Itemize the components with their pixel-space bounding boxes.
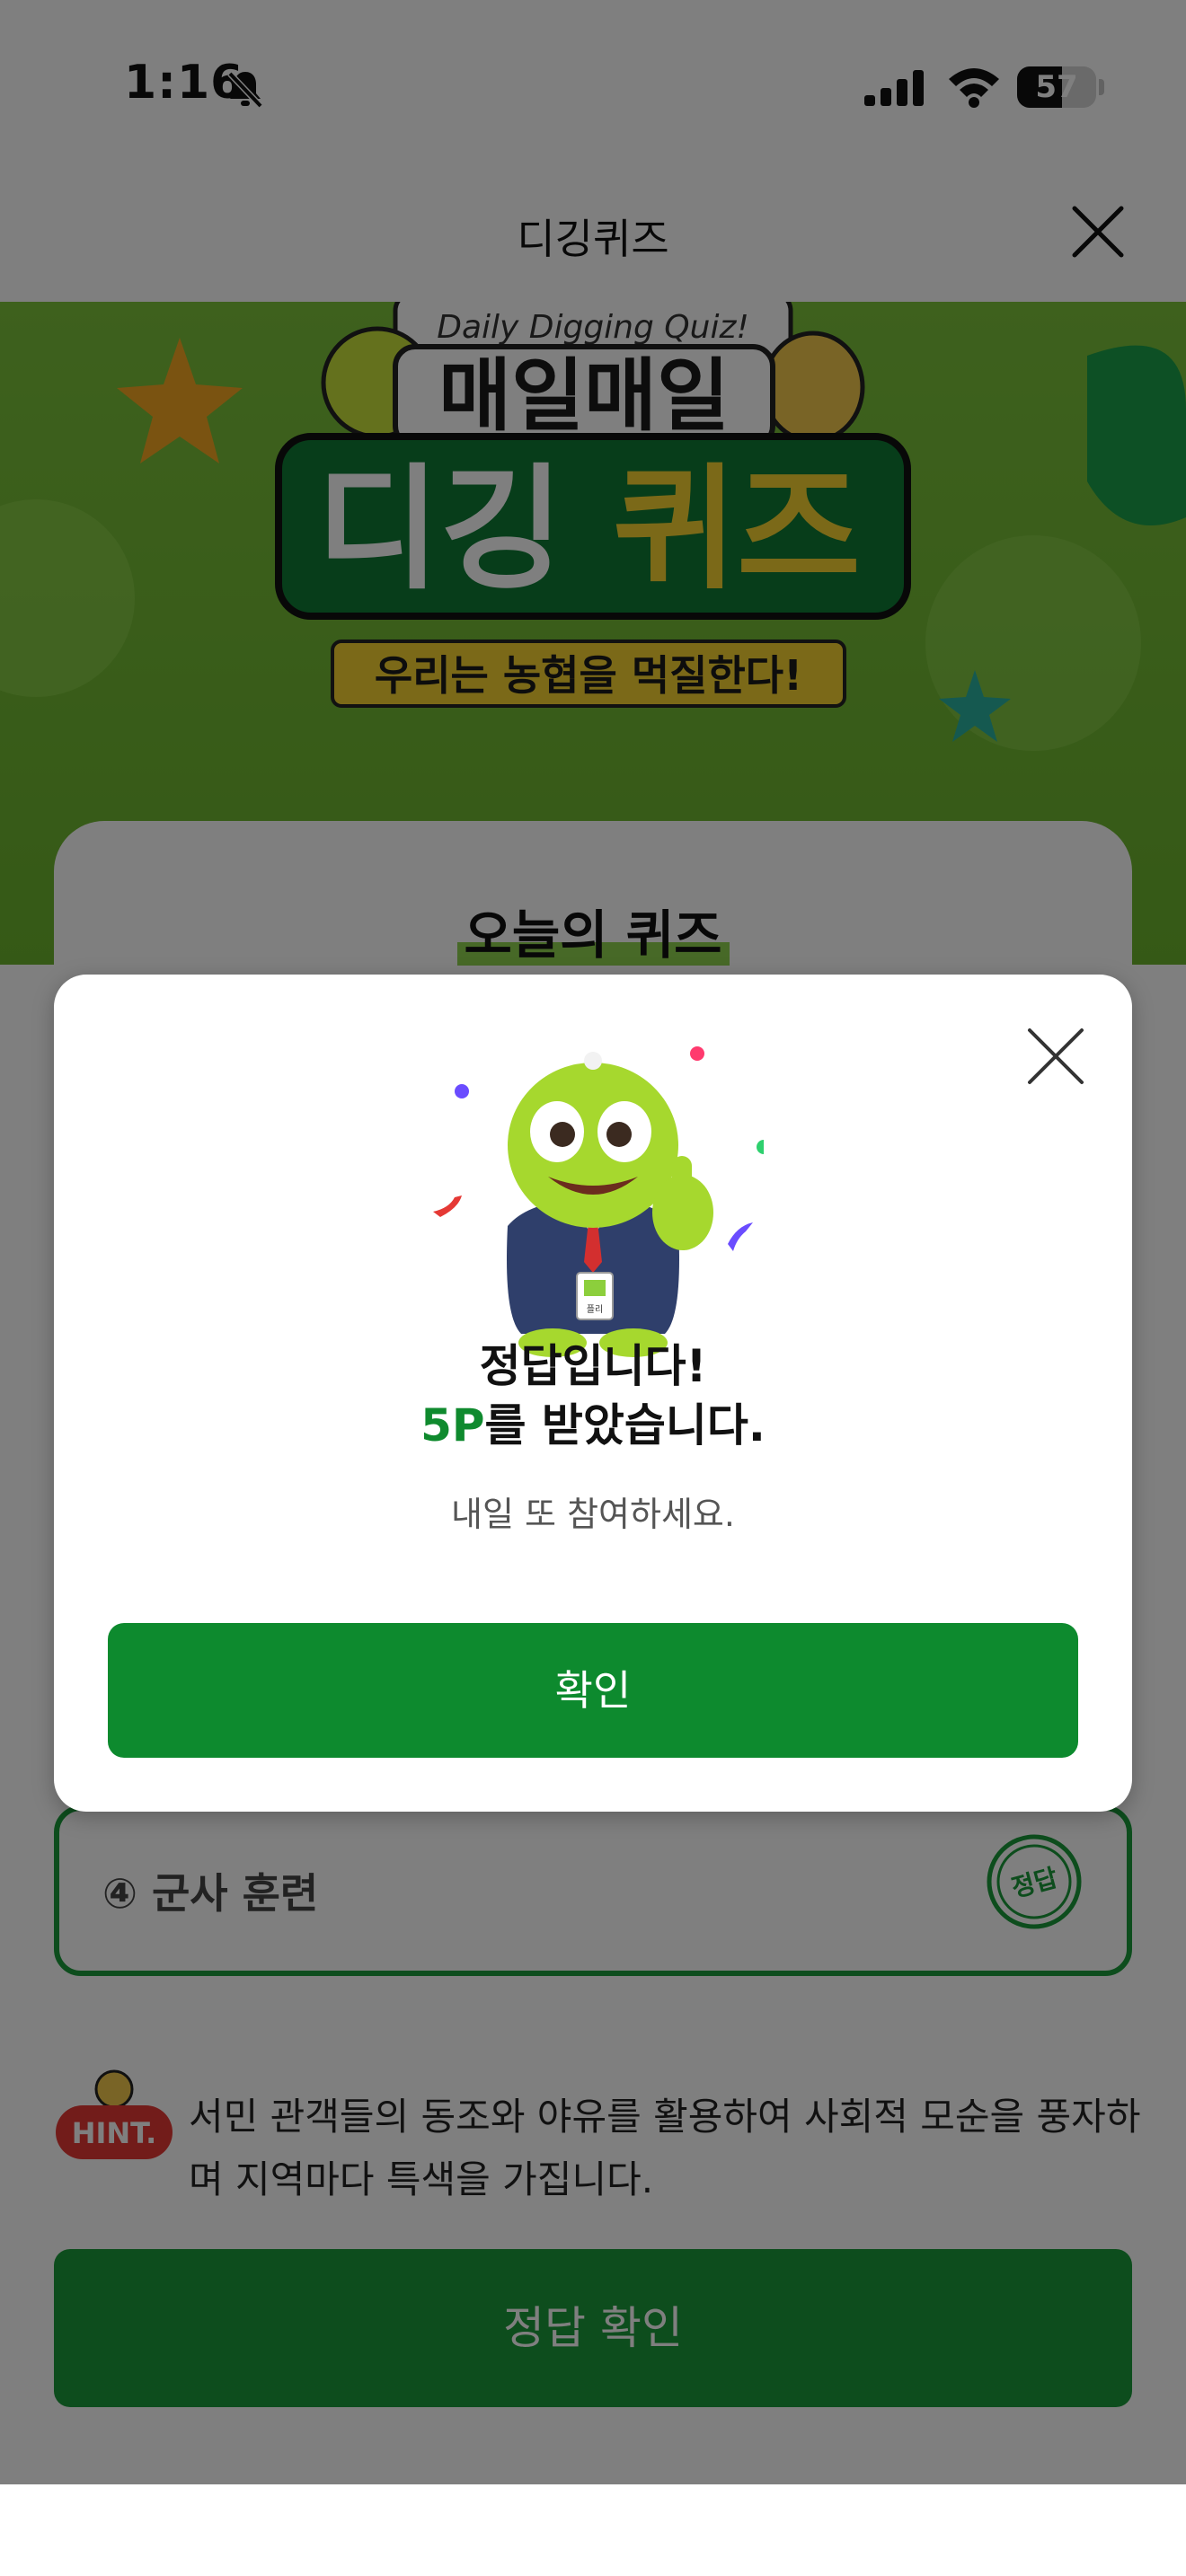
result-modal: 플리 정답입니다! 5P를 받았습니다. 내일 또 참여하세요. 확인 [54, 975, 1132, 1812]
home-indicator-area [0, 2484, 1186, 2576]
confirm-button[interactable]: 확인 [108, 1623, 1078, 1758]
points-value: 5P [420, 1399, 485, 1451]
points-message-rest: 를 받았습니다. [484, 1399, 766, 1451]
modal-title: 정답입니다! [479, 1340, 707, 1392]
modal-close-icon[interactable] [1024, 1025, 1087, 1088]
badge-text: 플리 [587, 1304, 603, 1315]
modal-points-message: 5P를 받았습니다. [54, 1389, 1132, 1454]
modal-subtext: 내일 또 참여하세요. [451, 1495, 735, 1534]
app-root: 1:16 57 디깅퀴즈 [0, 0, 1186, 2576]
